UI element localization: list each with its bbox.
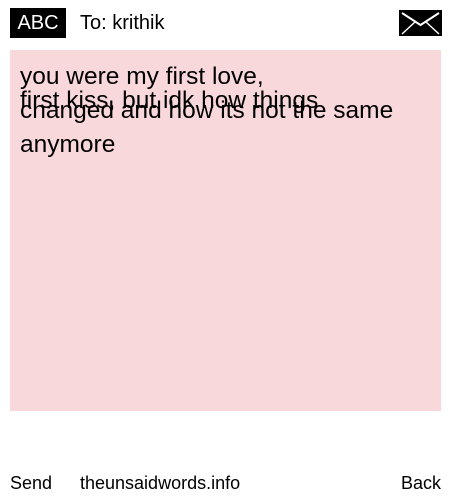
input-mode-badge[interactable]: ABC (10, 8, 66, 38)
send-button[interactable]: Send (10, 468, 52, 498)
message-line: changed and how its not the same (20, 97, 394, 124)
recipient-field[interactable]: To: krithik (80, 8, 164, 38)
envelope-icon (399, 10, 442, 36)
softkey-bar: Send theunsaidwords.info Back (0, 468, 450, 498)
back-button[interactable]: Back (401, 468, 441, 498)
site-link[interactable]: theunsaidwords.info (80, 468, 240, 498)
message-body[interactable]: you were my first love, first kiss, but … (10, 50, 441, 411)
message-screen: ABC To: krithik you were my first love, … (0, 0, 450, 500)
header-bar: ABC To: krithik (0, 0, 450, 46)
message-line: anymore (20, 131, 116, 158)
